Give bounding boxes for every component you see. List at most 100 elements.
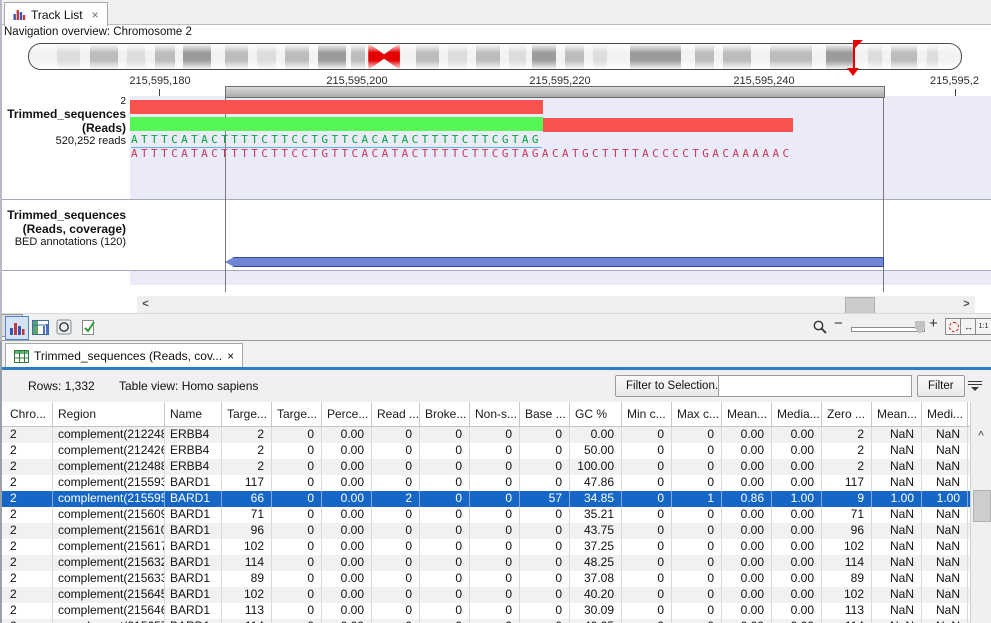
column-header[interactable]: Targe...: [222, 402, 272, 426]
zoom-slider[interactable]: [851, 327, 925, 332]
table-row[interactable]: 2complement(212248...ERBB4200.0000000.00…: [2, 427, 970, 443]
zoom-slider-handle[interactable]: [915, 321, 925, 334]
scrollbar-thumb[interactable]: [845, 297, 875, 314]
table-row[interactable]: 2complement(215593...BARD111700.00000047…: [2, 475, 970, 491]
zoom-out-button[interactable]: −: [834, 315, 843, 332]
track-view-toolbar: − + ↔ 1:1: [0, 313, 991, 342]
reads-track-title: Trimmed_sequences: [0, 107, 126, 121]
tab-table-label: Trimmed_sequences (Reads, cov...: [34, 349, 222, 363]
column-header[interactable]: Mean...: [722, 402, 772, 426]
table-cell: BARD1: [165, 619, 222, 623]
column-header[interactable]: Medi...: [922, 402, 968, 426]
column-header[interactable]: Region: [53, 402, 165, 426]
track-view-area[interactable]: 2 Trimmed_sequences (Reads) 520,252 read…: [0, 96, 991, 285]
horizontal-scrollbar[interactable]: < >: [137, 296, 975, 313]
table-cell: 0.00: [722, 539, 772, 555]
advanced-filter-icon[interactable]: [968, 381, 982, 391]
table-cell: 0: [372, 459, 420, 475]
table-view-label: Table view: Homo sapiens: [119, 379, 258, 393]
table-cell: complement(215646...: [53, 603, 165, 619]
table-panel: Trimmed_sequences (Reads, cov... × Rows:…: [0, 341, 991, 623]
table-cell: 2: [222, 427, 272, 443]
table-cell: 48.25: [570, 555, 622, 571]
table-cell: 102: [222, 587, 272, 603]
position-marker-flag-icon: [855, 40, 863, 48]
table-cell: 0: [622, 443, 672, 459]
table-cell: 114: [222, 619, 272, 623]
table-cell: 43.75: [570, 523, 622, 539]
table-cell: NaN: [922, 571, 968, 587]
column-header[interactable]: GC %: [570, 402, 622, 426]
zoom-100-button[interactable]: 1:1: [975, 318, 991, 335]
table-cell: 0: [520, 619, 570, 623]
column-header[interactable]: Chro...: [5, 402, 53, 426]
column-header[interactable]: Targe...: [272, 402, 322, 426]
tab-close-icon[interactable]: ×: [92, 8, 99, 22]
table-row[interactable]: 2complement(212426...ERBB4200.00000050.0…: [2, 443, 970, 459]
table-cell: 2: [5, 475, 53, 491]
graph-view-button[interactable]: [5, 316, 29, 340]
table-cell: 66: [222, 491, 272, 507]
table-row[interactable]: 2complement(215617...BARD110200.00000037…: [2, 539, 970, 555]
column-header[interactable]: Broke...: [420, 402, 470, 426]
table-cell: 9: [822, 491, 872, 507]
table-cell: 0.00: [322, 507, 372, 523]
table-cell: 0: [520, 587, 570, 603]
scroll-up-icon[interactable]: ^: [971, 428, 991, 444]
history-view-button[interactable]: [53, 316, 75, 338]
table-row[interactable]: 2complement(215657...BARD111400.00000040…: [2, 619, 970, 623]
scroll-left-icon[interactable]: <: [137, 296, 154, 313]
filter-button[interactable]: Filter: [917, 375, 965, 397]
tab-track-list[interactable]: Track List ×: [4, 2, 108, 26]
column-header[interactable]: Read ...: [372, 402, 420, 426]
vscrollbar-thumb[interactable]: [973, 490, 991, 522]
column-header[interactable]: Media...: [772, 402, 822, 426]
column-header[interactable]: Base ...: [520, 402, 570, 426]
column-header[interactable]: Non-s...: [470, 402, 520, 426]
ideogram-shading: [29, 44, 961, 69]
table-cell: 0: [272, 603, 322, 619]
table-row[interactable]: 2complement(215646...BARD111300.00000030…: [2, 603, 970, 619]
table-row[interactable]: 2complement(215610...BARD19600.00000043.…: [2, 523, 970, 539]
table-row[interactable]: 2complement(215633...BARD18900.00000037.…: [2, 571, 970, 587]
element-info-button[interactable]: [77, 316, 99, 338]
table-cell: NaN: [872, 459, 922, 475]
scroll-right-icon[interactable]: >: [958, 296, 975, 313]
bed-annotation-bar[interactable]: [225, 257, 884, 267]
column-header[interactable]: Name: [165, 402, 222, 426]
column-header[interactable]: Max c...: [672, 402, 722, 426]
table-row[interactable]: 2complement(215609...BARD17100.00000035.…: [2, 507, 970, 523]
table-cell: 0: [420, 523, 470, 539]
table-view-button[interactable]: [29, 316, 51, 338]
table-cell: 0: [520, 555, 570, 571]
zoom-in-button[interactable]: +: [929, 315, 938, 332]
column-header[interactable]: Mean...: [872, 402, 922, 426]
table-row[interactable]: 2complement(215632...BARD111400.00000048…: [2, 555, 970, 571]
tab-table-view[interactable]: Trimmed_sequences (Reads, cov... ×: [5, 343, 243, 368]
zoom-tool-button[interactable]: [809, 316, 831, 338]
column-header[interactable]: Zero ...: [822, 402, 872, 426]
table-cell: 71: [222, 507, 272, 523]
vertical-scrollbar[interactable]: ^: [970, 402, 991, 623]
table-cell: 0: [672, 443, 722, 459]
filter-input[interactable]: [718, 375, 912, 397]
coverage-scale-max: 2: [0, 96, 126, 107]
column-header[interactable]: Min c...: [622, 402, 672, 426]
table-cell: 0.00: [722, 459, 772, 475]
table-cell: 2: [372, 491, 420, 507]
table-cell: complement(215593...: [53, 475, 165, 491]
table-cell: 40.25: [570, 619, 622, 623]
table-row[interactable]: 2complement(215595...BARD16600.002005734…: [2, 491, 970, 507]
table-cell: 2: [822, 443, 872, 459]
ruler-selection-bar[interactable]: [225, 86, 885, 98]
table-cell: 2: [822, 459, 872, 475]
one-to-one-icon: 1:1: [979, 323, 989, 330]
table-row[interactable]: 2complement(212488...ERBB4200.000000100.…: [2, 459, 970, 475]
table-row[interactable]: 2complement(215645...BARD110200.00000040…: [2, 587, 970, 603]
table-cell: BARD1: [165, 587, 222, 603]
chromosome-ideogram[interactable]: [28, 43, 962, 70]
table-cell: 0: [372, 523, 420, 539]
table-cell: 89: [222, 571, 272, 587]
tab-close-icon[interactable]: ×: [227, 349, 234, 363]
column-header[interactable]: Perce...: [322, 402, 372, 426]
